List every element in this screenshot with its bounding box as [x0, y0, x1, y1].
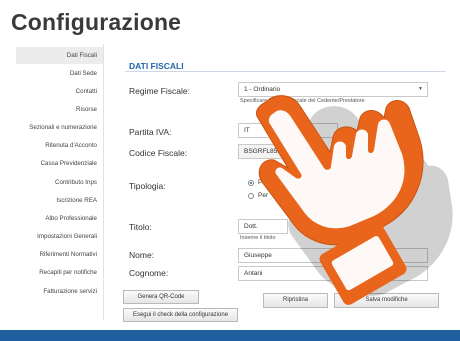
tipologia-persona-radio[interactable] — [248, 180, 254, 186]
section-divider — [125, 71, 446, 72]
cognome-value: Antani — [244, 270, 263, 277]
partita-iva-label: Partita IVA: — [129, 127, 172, 137]
tipologia-persona-label: Perso — [258, 179, 275, 186]
sidebar-item-fatturazione[interactable]: Fatturazione servizi — [43, 287, 97, 297]
titolo-input[interactable]: Dott. — [238, 219, 288, 234]
chevron-down-icon: ▼ — [264, 127, 269, 133]
tipologia-other-radio[interactable] — [248, 193, 254, 199]
sidebar-item-risorse[interactable]: Risorse — [76, 105, 97, 115]
save-button[interactable]: Salva modifiche — [334, 293, 439, 308]
sidebar-item-riferimenti[interactable]: Riferimenti Normativi — [40, 250, 97, 260]
sidebar-item-recapiti[interactable]: Recapiti per notifiche — [39, 268, 97, 278]
partita-iva-input[interactable] — [278, 123, 338, 138]
titolo-label: Titolo: — [129, 222, 152, 232]
sidebar-item-dati-sede[interactable]: Dati Sede — [70, 69, 97, 79]
codice-fiscale-label: Codice Fiscale: — [129, 148, 188, 158]
codice-fiscale-input[interactable]: BSGRFL85P2 — [238, 144, 298, 159]
page-title: Configurazione — [11, 9, 182, 35]
titolo-hint: Inserire il titolo — [240, 235, 276, 241]
reset-button[interactable]: Ripristina — [263, 293, 328, 308]
sidebar-item-impostazioni[interactable]: Impostazioni Generali — [37, 232, 97, 242]
regime-fiscale-label: Regime Fiscale: — [129, 86, 190, 96]
piva-country-value: IT — [244, 127, 250, 134]
sidebar-item-dati-fiscali[interactable]: Dati Fiscali — [16, 47, 103, 64]
codice-fiscale-value: BSGRFL85P2 — [244, 148, 286, 155]
sidebar-item-cassa[interactable]: Cassa Previdenziale — [41, 159, 97, 169]
chevron-down-icon: ▼ — [418, 86, 423, 92]
bottom-bar — [0, 330, 460, 341]
sidebar: Dati Fiscali Dati Sede Contatti Risorse … — [0, 44, 104, 320]
regime-fiscale-hint: Specificare il regime fiscale del Cedent… — [240, 98, 365, 104]
check-config-button[interactable]: Esegui il check della configurazione — [123, 308, 238, 322]
sidebar-item-inps[interactable]: Contributo Inps — [55, 178, 97, 188]
piva-country-select[interactable]: IT ▼ — [238, 123, 274, 138]
regime-fiscale-select[interactable]: 1 - Ordinario ▼ — [238, 82, 428, 97]
sidebar-item-contatti[interactable]: Contatti — [76, 87, 97, 97]
sidebar-item-sezionali[interactable]: Sezionali e numerazione — [29, 123, 97, 133]
regime-fiscale-value: 1 - Ordinario — [244, 86, 281, 93]
nome-input[interactable]: Giuseppe — [238, 248, 428, 263]
cognome-label: Cognome: — [129, 268, 169, 278]
cognome-input[interactable]: Antani — [238, 266, 428, 281]
generate-qr-button[interactable]: Genera QR-Code — [123, 290, 199, 304]
nome-value: Giuseppe — [244, 252, 272, 259]
sidebar-item-albo[interactable]: Albo Professionale — [45, 214, 97, 224]
sidebar-item-ritenuta[interactable]: Ritenuta d'Acconto — [45, 141, 97, 151]
sidebar-item-rea[interactable]: Iscrizione REA — [56, 196, 97, 206]
section-title: DATI FISCALI — [129, 61, 184, 71]
tipologia-other-label: Per — [258, 192, 269, 199]
nome-label: Nome: — [129, 250, 155, 260]
titolo-value: Dott. — [244, 223, 258, 230]
tipologia-label: Tipologia: — [129, 181, 166, 191]
